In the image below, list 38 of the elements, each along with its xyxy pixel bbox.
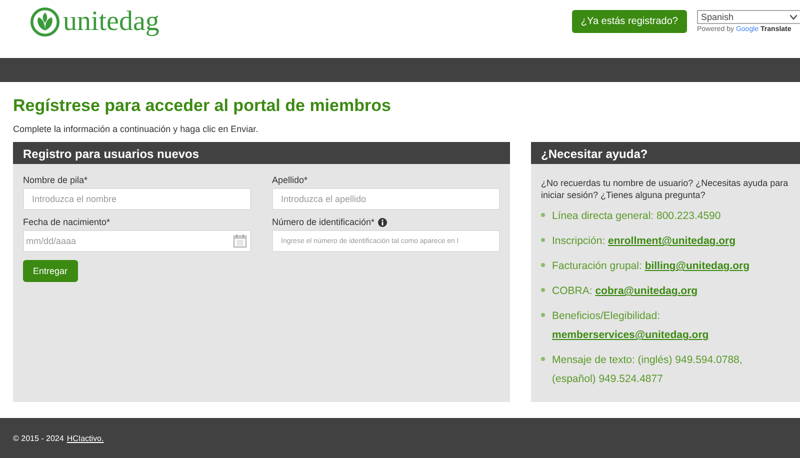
leaf-logo-icon: [30, 7, 60, 37]
login-button[interactable]: ¿Ya estás registrado?: [572, 10, 687, 33]
language-select[interactable]: Spanish: [697, 10, 800, 24]
help-item: Mensaje de texto: (inglés) 949.594.0788, (español) 949.524.4877: [552, 353, 744, 387]
help-item: Beneficios/Elegibilidad: memberservices@unitedag.org: [552, 309, 710, 343]
submit-button[interactable]: Entregar: [23, 260, 78, 282]
copyright-text: © 2015 - 2024: [13, 434, 64, 442]
field-label: Nombre de pila*: [23, 175, 88, 185]
field-label: Fecha de nacimiento*: [23, 217, 110, 227]
panel-title: ¿Necesitar ayuda?: [531, 142, 800, 164]
calendar-icon[interactable]: [233, 234, 247, 248]
page-title: Regístrese para acceder al portal de miembros: [13, 96, 392, 116]
email-link[interactable]: enrollment@unitedag.org: [608, 235, 736, 247]
bullet-icon: [541, 288, 545, 292]
logo-text: unitedag: [63, 7, 160, 37]
page-subtitle: Complete la información a continuación y haga clic en Enviar.: [13, 124, 260, 134]
bullet-icon: [541, 263, 545, 267]
email-link[interactable]: billing@unitedag.org: [644, 260, 750, 272]
email-link[interactable]: memberservices@unitedag.org: [552, 329, 709, 341]
bullet-icon: [541, 357, 545, 361]
help-item: Inscripción: enrollment@unitedag.org: [552, 234, 737, 249]
panel-title: Registro para usuarios nuevos: [13, 142, 510, 164]
date-field[interactable]: mm/dd/aaaa: [23, 230, 251, 252]
field-label: Número de identificación*: [272, 217, 375, 227]
info-icon: [378, 218, 387, 226]
help-item: COBRA: cobra@unitedag.org: [552, 284, 699, 299]
field-label: Apellido*: [272, 175, 308, 185]
email-link[interactable]: cobra@unitedag.org: [595, 285, 698, 297]
bullet-icon: [541, 313, 545, 317]
bullet-icon: [541, 238, 545, 242]
input-field[interactable]: Introduzca el apellido: [272, 188, 500, 210]
bullet-icon: [541, 213, 545, 217]
caret-icon: [790, 14, 797, 20]
input-field[interactable]: Introduzca el nombre: [23, 188, 251, 210]
help-item: Facturación grupal: billing@unitedag.org: [552, 259, 751, 274]
help-text: ¿No recuerdas tu nombre de usuario? ¿Necesitas ayuda para iniciar sesión? ¿Tienes alguna pregunta?: [541, 177, 790, 201]
help-item: Línea directa general: 800.223.4590: [552, 209, 722, 224]
footer-link[interactable]: HCIactivo.: [66, 434, 104, 442]
